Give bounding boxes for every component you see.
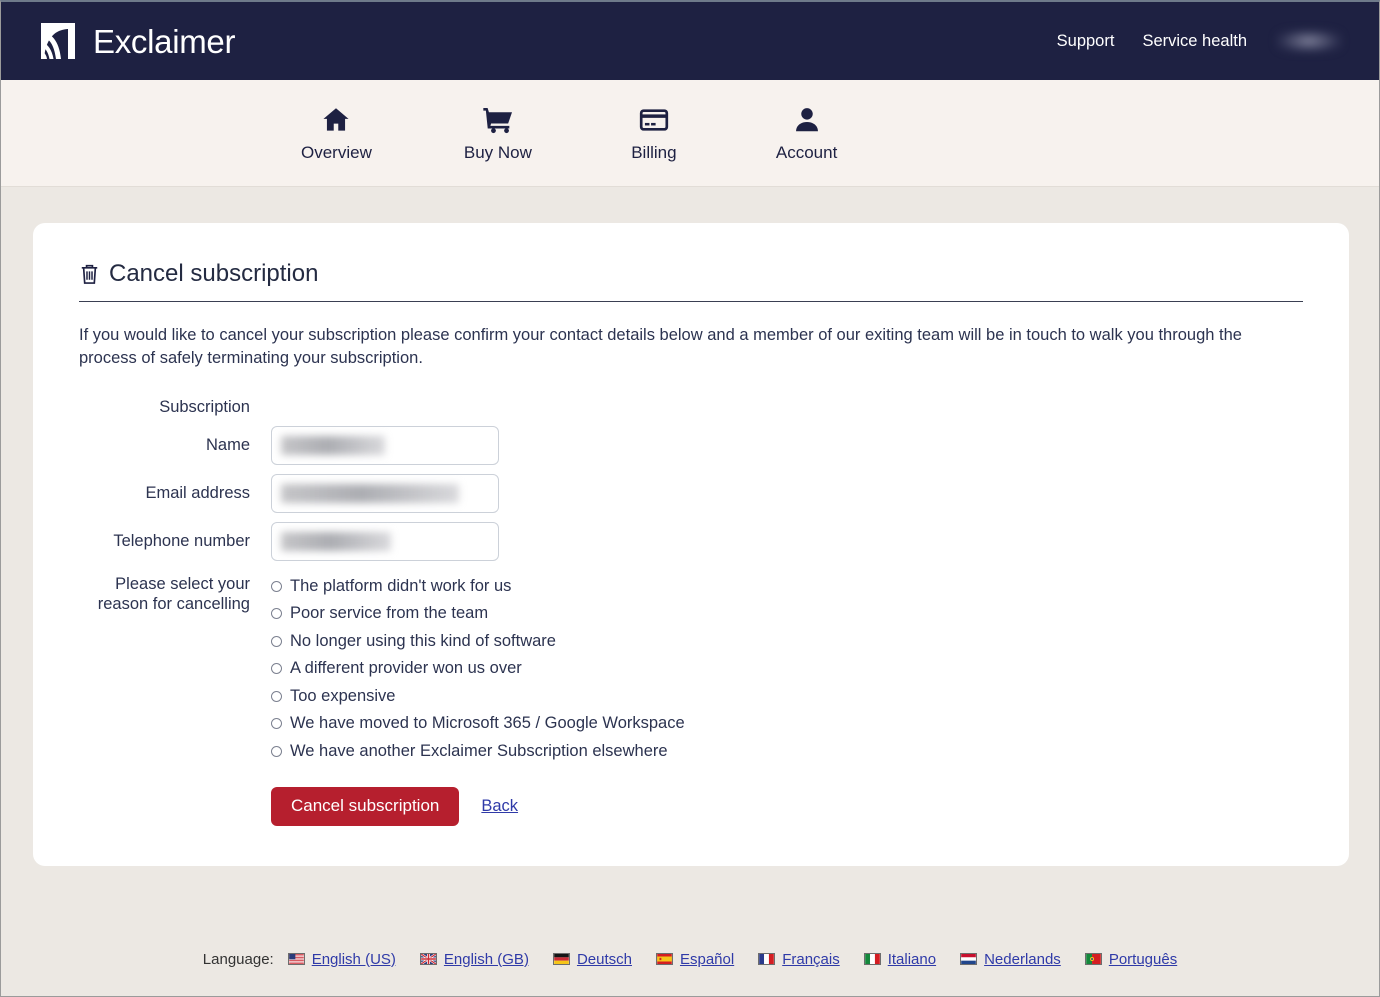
telephone-label: Telephone number [113,532,250,551]
cancel-subscription-form: Subscription Name Email address Telephon… [79,388,1303,826]
language-name: Italiano [887,950,937,968]
radio-option-another-exclaimer-subscription[interactable]: We have another Exclaimer Subscription e… [271,738,685,765]
radio-option-label: We have moved to Microsoft 365 / Google … [290,714,685,733]
flag-de-icon [552,953,570,965]
nav-item-overview[interactable]: Overview [301,104,372,163]
email-field-value-redacted [281,484,459,504]
brand-logo[interactable]: Exclaimer [39,19,235,63]
email-field[interactable] [271,474,499,514]
nav-label-buy-now: Buy Now [463,142,532,162]
nav-item-billing[interactable]: Billing [624,104,684,163]
browser-viewport: Exclaimer Support Service health Overvie… [0,0,1380,997]
form-row-telephone: Telephone number [79,522,1303,562]
flag-us-icon [287,953,305,965]
radio-circle-icon[interactable] [271,718,282,730]
flag-gb-icon [419,953,437,965]
name-field-value-redacted [281,436,385,456]
radio-circle-icon[interactable] [271,663,282,675]
nav-item-account[interactable]: Account [776,104,837,163]
language-name: Nederlands [984,950,1061,968]
telephone-field-value-redacted [281,532,391,552]
language-name: Português [1108,950,1178,968]
nav-label-account: Account [775,142,838,162]
flag-it-icon [863,953,881,965]
language-name: Español [679,950,735,968]
cancel-subscription-card: Cancel subscription If you would like to… [33,223,1349,866]
radio-option-poor-service[interactable]: Poor service from the team [271,601,685,628]
content-area: Cancel subscription If you would like to… [1,187,1379,866]
back-link[interactable]: Back [481,797,518,816]
language-link-nederlands[interactable]: Nederlands [960,951,1061,968]
radio-option-platform-didnt-work[interactable]: The platform didn't work for us [271,573,685,600]
user-account-menu[interactable] [1275,28,1343,54]
language-link-english-us[interactable]: English (US) [287,950,396,968]
language-name: Deutsch [576,950,632,968]
radio-option-label: A different provider won us over [290,659,522,678]
cancellation-reason-radio-group: The platform didn't work for us Poor ser… [271,570,685,765]
name-label: Name [205,436,250,455]
trash-icon [81,264,98,284]
shopping-cart-icon [483,107,512,133]
header-links: Support Service health [1057,28,1343,54]
top-header-bar: Exclaimer Support Service health [1,2,1379,80]
email-label: Email address [145,484,250,503]
language-link-portugues[interactable]: Português [1084,950,1178,968]
home-icon [323,107,349,131]
language-label: Language: [202,950,274,968]
form-row-name: Name [79,426,1303,466]
language-link-espanol[interactable]: Español [655,950,735,968]
radio-option-label: Poor service from the team [290,604,489,623]
language-name: English (GB) [443,950,529,968]
nav-label-billing: Billing [631,142,677,162]
form-row-subscription: Subscription [79,388,1303,417]
language-link-english-gb[interactable]: English (GB) [419,950,529,968]
form-row-reasons: Please select your reason for cancelling… [79,570,1303,765]
radio-circle-icon[interactable] [271,745,282,757]
credit-card-icon [639,108,669,131]
flag-es-icon [655,953,673,965]
card-header: Cancel subscription [79,260,1303,303]
radio-option-label: Too expensive [290,686,396,705]
reason-label-line1: Please select your [115,575,250,594]
language-footer: Language: English (US) English (GB) Deut… [1,922,1379,996]
language-name: Français [782,950,840,968]
flag-nl-icon [960,953,978,965]
radio-circle-icon[interactable] [271,635,282,647]
support-link[interactable]: Support [1057,32,1115,51]
person-icon [795,107,818,131]
language-link-italiano[interactable]: Italiano [863,950,937,968]
telephone-field[interactable] [271,522,499,562]
service-health-link[interactable]: Service health [1142,32,1247,51]
flag-fr-icon [758,953,776,965]
form-row-email: Email address [79,474,1303,514]
radio-option-moved-to-microsoft-google[interactable]: We have moved to Microsoft 365 / Google … [271,711,685,738]
radio-option-different-provider[interactable]: A different provider won us over [271,656,685,683]
form-actions: Cancel subscription Back [271,786,1303,826]
radio-option-no-longer-using[interactable]: No longer using this kind of software [271,628,685,655]
exclaimer-logo-icon [41,23,75,59]
language-name: English (US) [311,950,396,968]
reason-label: Please select your reason for cancelling [79,570,271,615]
intro-paragraph: If you would like to cancel your subscri… [79,326,1242,368]
name-field[interactable] [271,426,499,466]
radio-option-label: We have another Exclaimer Subscription e… [290,741,668,760]
radio-circle-icon[interactable] [271,608,282,620]
radio-option-label: No longer using this kind of software [290,631,556,650]
nav-item-buy-now[interactable]: Buy Now [464,104,532,163]
page-title: Cancel subscription [109,260,319,287]
radio-option-label: The platform didn't work for us [290,576,512,595]
language-link-deutsch[interactable]: Deutsch [552,950,632,968]
flag-pt-icon [1084,953,1102,965]
main-navigation: Overview Buy Now Billing Account [1,80,1379,187]
subscription-section-label: Subscription [159,397,250,416]
brand-name: Exclaimer [93,22,236,60]
radio-option-too-expensive[interactable]: Too expensive [271,683,685,710]
reason-label-line2: reason for cancelling [97,595,250,614]
radio-circle-icon[interactable] [271,580,282,592]
cancel-subscription-button[interactable]: Cancel subscription [271,786,460,826]
nav-label-overview: Overview [301,142,372,162]
radio-circle-icon[interactable] [271,690,282,702]
language-link-francais[interactable]: Français [758,951,840,968]
